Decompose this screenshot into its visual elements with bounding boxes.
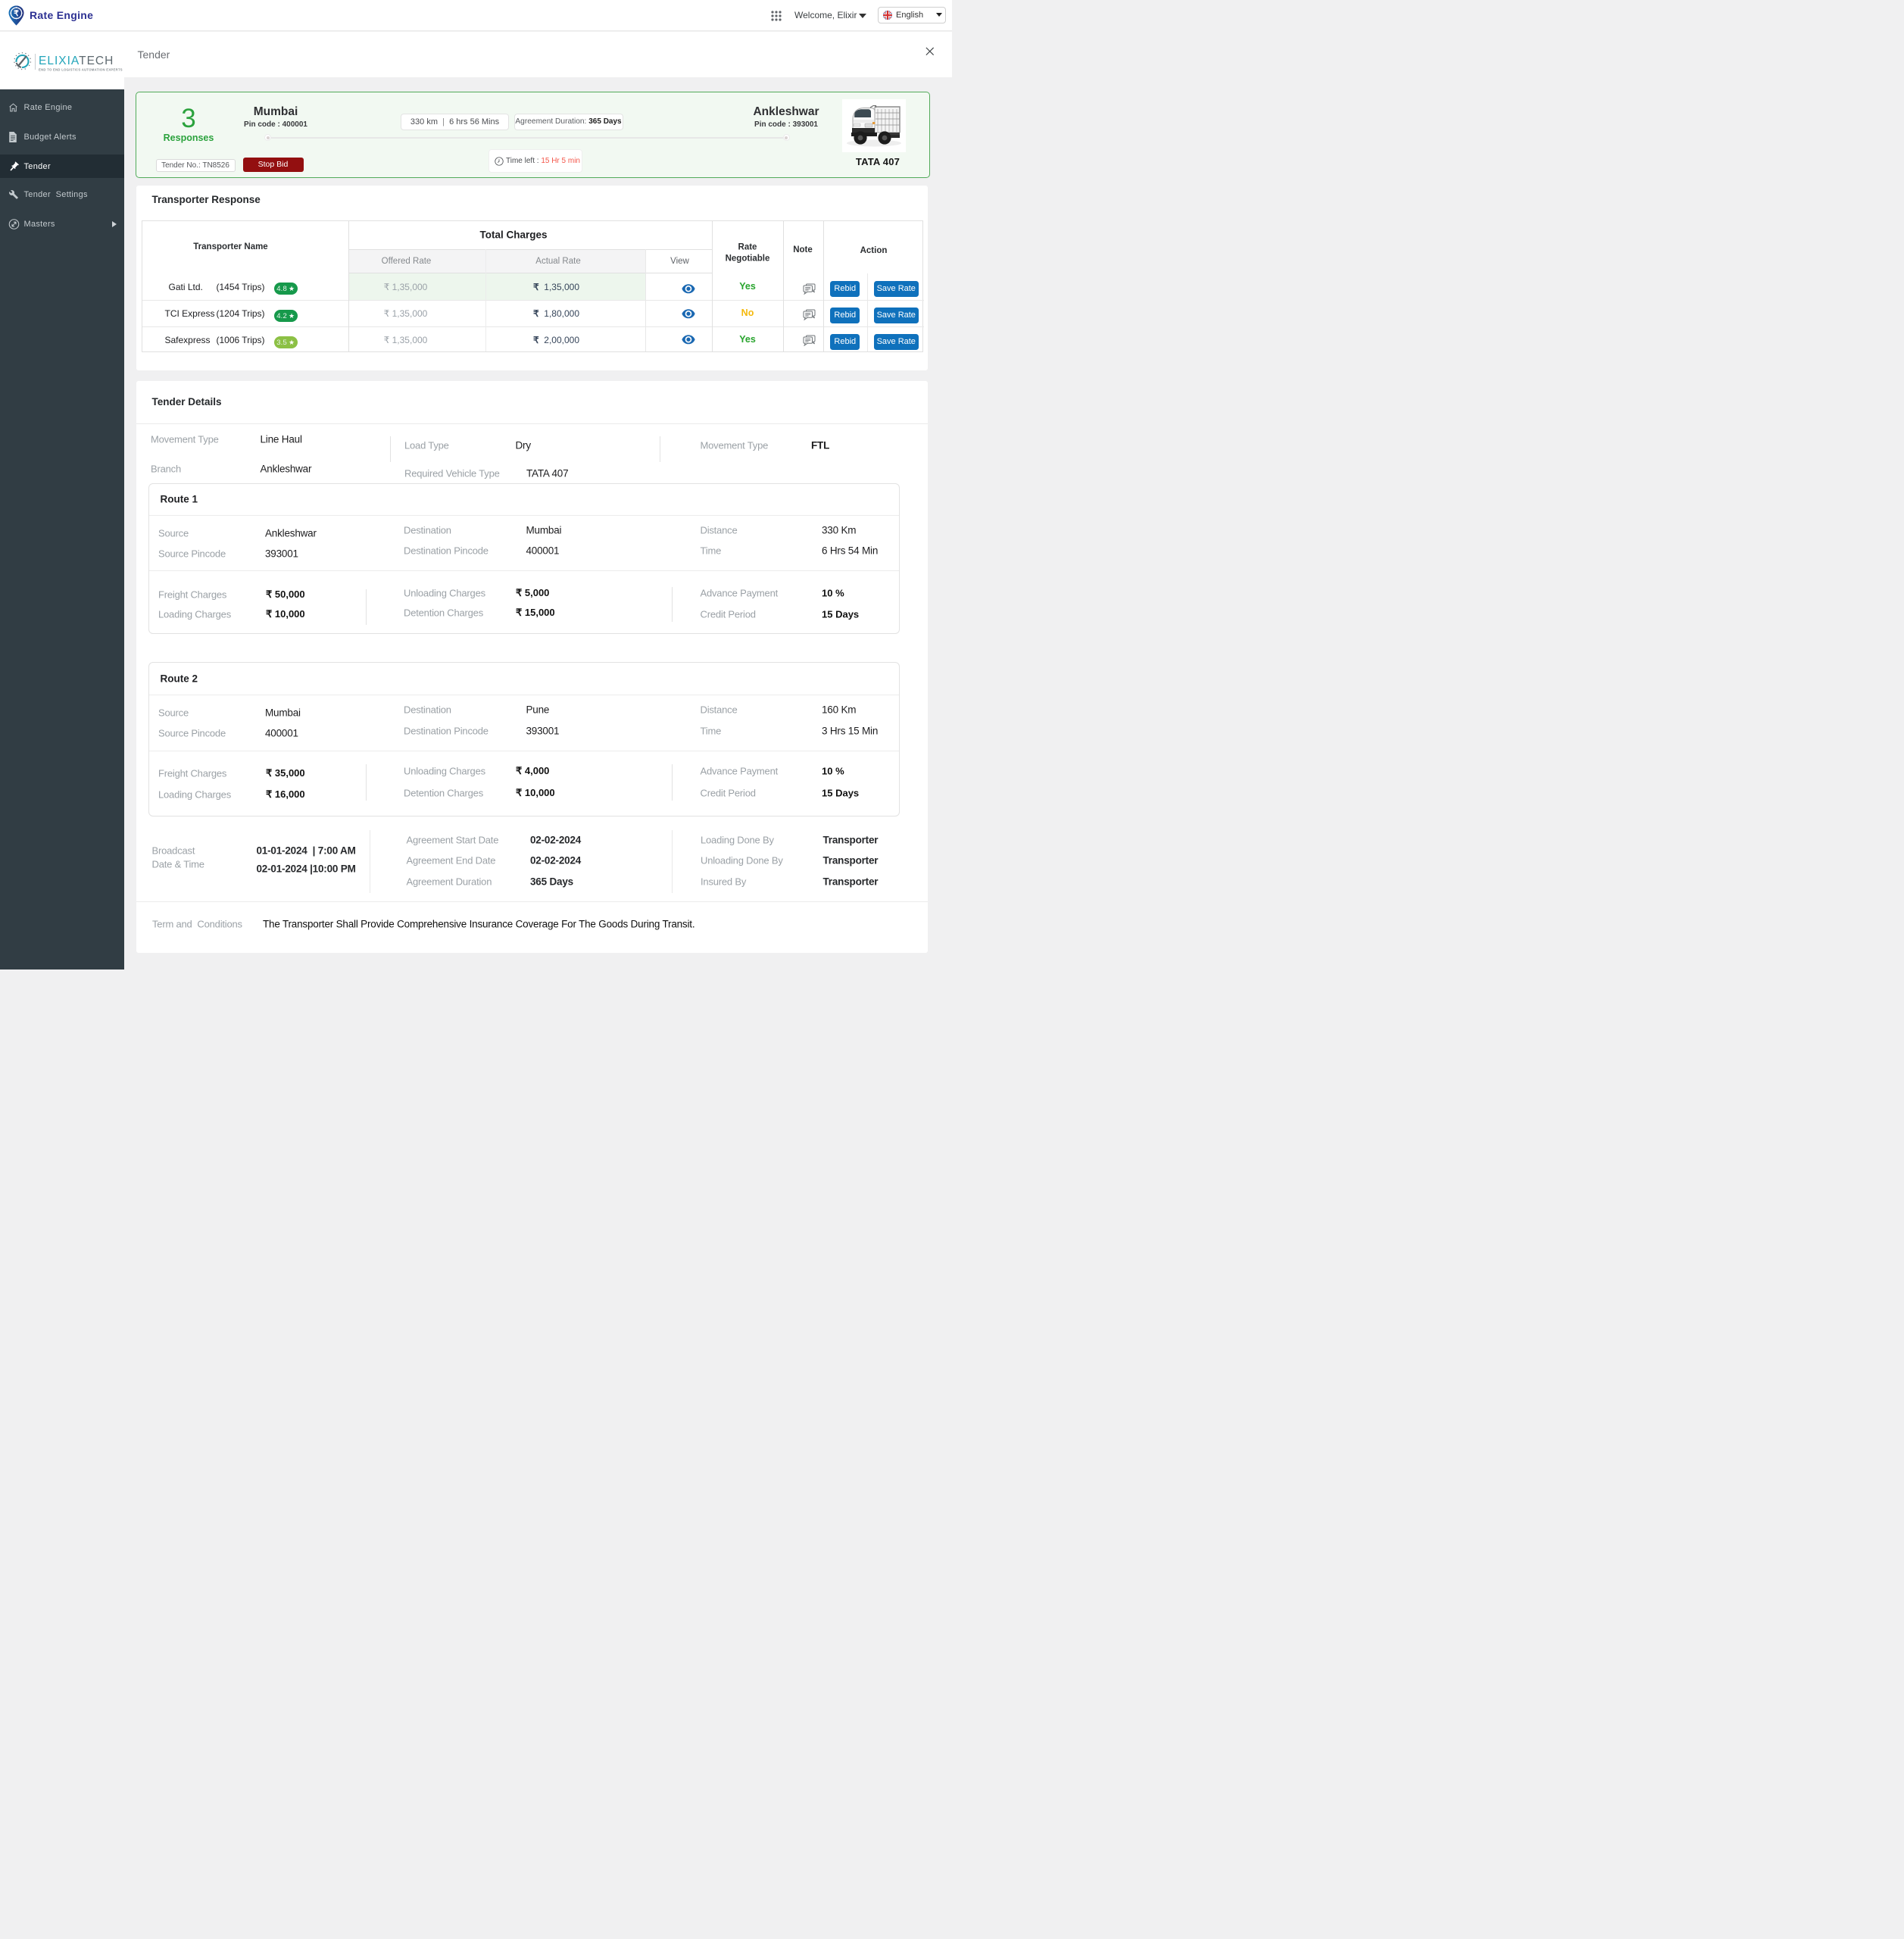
svg-text:₹: ₹ [14, 9, 19, 18]
svg-text:END TO END LOGISTICS AUTOMATIO: END TO END LOGISTICS AUTOMATION EXPERTS [39, 68, 123, 72]
svg-text:ELIXIATECH: ELIXIATECH [39, 55, 114, 67]
